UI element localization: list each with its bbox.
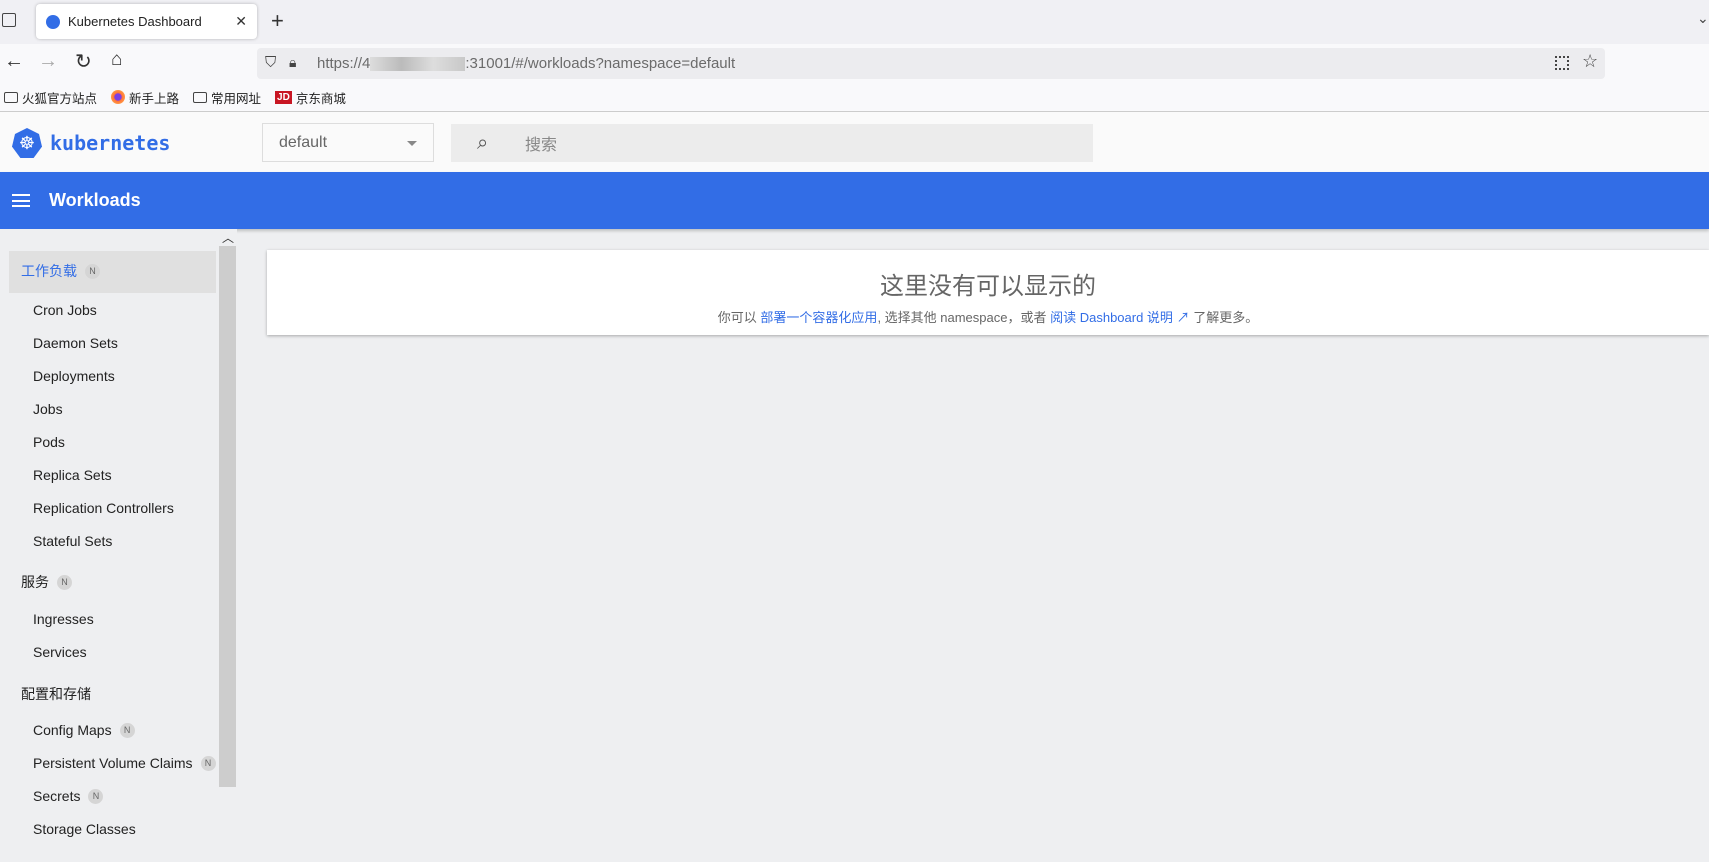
kubernetes-favicon (46, 14, 60, 29)
search-icon: ⌕ (477, 131, 489, 154)
url-text-suffix: :31001/#/workloads?namespace=default (465, 55, 736, 72)
jd-icon: JD (275, 90, 292, 104)
sidebar-item-workloads[interactable]: 工作负载 N (21, 261, 100, 281)
sidebar-item-persistent-volume-claims[interactable]: Persistent Volume Claims N (33, 755, 216, 771)
shield-icon[interactable]: ⛉ (265, 54, 276, 71)
browser-tab-bar: Kubernetes Dashboard ✕ + ⌄ (0, 0, 1709, 44)
reload-icon[interactable]: ↻ (75, 49, 92, 74)
namespaced-badge: N (200, 755, 216, 771)
menu-icon[interactable] (12, 194, 30, 207)
sidebar-item-pods[interactable]: Pods (33, 434, 65, 450)
tab-list-icon[interactable] (2, 13, 16, 27)
bookmarks-bar: 火狐官方站点 新手上路 常用网址 JD 京东商城 (0, 83, 1709, 112)
empty-state-card: 这里没有可以显示的 你可以 部署一个容器化应用, 选择其他 namespace，… (267, 250, 1709, 335)
url-bar[interactable]: ⛉ 🔒︎ https://4 :31001/#/workloads?namesp… (257, 48, 1605, 79)
sidebar-item-replica-sets[interactable]: Replica Sets (33, 467, 112, 483)
firefox-icon (111, 90, 126, 104)
search-placeholder: 搜索 (525, 137, 558, 154)
bookmark-label: 常用网址 (211, 91, 262, 106)
sidebar-item-config-maps[interactable]: Config Maps N (33, 722, 135, 738)
logo-text: kubernetes (50, 131, 171, 155)
bookmark-label: 新手上路 (129, 91, 180, 106)
sidebar-item-label: 配置和存储 (21, 686, 91, 702)
helm-wheel-icon: ☸ (12, 128, 42, 158)
sidebar-item-label: Config Maps (33, 722, 112, 738)
sidebar-scrollbar[interactable] (219, 246, 236, 787)
sidebar-item-secrets[interactable]: Secrets N (33, 788, 104, 804)
list-all-tabs-icon[interactable]: ⌄ (1697, 10, 1709, 27)
close-tab-icon[interactable]: ✕ (235, 13, 247, 30)
kubernetes-logo[interactable]: ☸ kubernetes (12, 128, 170, 158)
scroll-up-icon[interactable]: ︿ (222, 229, 234, 246)
dashboard-docs-link[interactable]: 阅读 Dashboard 说明 ↗ (1050, 310, 1189, 325)
sidebar-item-services-group[interactable]: 服务 N (21, 572, 72, 592)
sidebar-item-stateful-sets[interactable]: Stateful Sets (33, 533, 112, 549)
tab-title: Kubernetes Dashboard (68, 14, 202, 29)
sidebar-item-cron-jobs[interactable]: Cron Jobs (33, 302, 97, 318)
dropdown-arrow-icon (407, 141, 417, 146)
new-tab-icon[interactable]: + (271, 8, 284, 34)
home-icon[interactable]: ⌂ (111, 49, 122, 71)
sidebar-item-daemon-sets[interactable]: Daemon Sets (33, 335, 118, 351)
sidebar-item-label: Persistent Volume Claims (33, 755, 193, 771)
empty-state-message: 你可以 部署一个容器化应用, 选择其他 namespace，或者 阅读 Dash… (267, 307, 1709, 326)
namespaced-badge: N (85, 263, 100, 279)
bookmark-jd[interactable]: JD 京东商城 (275, 88, 346, 107)
bookmark-label: 火狐官方站点 (22, 91, 98, 106)
namespaced-badge: N (119, 722, 135, 738)
sidebar-item-replication-controllers[interactable]: Replication Controllers (33, 500, 174, 516)
folder-icon (4, 91, 18, 103)
sidebar-item-services[interactable]: Services (33, 644, 87, 660)
message-text: 你可以 (717, 310, 761, 325)
bookmark-star-icon[interactable]: ☆ (1582, 51, 1598, 72)
sidebar-item-jobs[interactable]: Jobs (33, 401, 63, 417)
sidebar-item-label: Secrets (33, 788, 81, 804)
folder-icon (193, 91, 208, 103)
deploy-app-link[interactable]: 部署一个容器化应用 (760, 310, 877, 325)
empty-state-title: 这里没有可以显示的 (880, 273, 1096, 300)
sidebar-item-label: 服务 (21, 574, 49, 590)
qr-code-icon[interactable] (1555, 56, 1569, 70)
namespaced-badge: N (57, 574, 72, 590)
lock-warning-icon[interactable]: 🔒︎ (289, 54, 296, 71)
message-text: 了解更多。 (1189, 310, 1259, 325)
search-input[interactable]: ⌕ 搜索 (451, 124, 1093, 162)
external-link-icon: ↗ (1176, 310, 1190, 325)
back-icon[interactable]: ← (4, 50, 24, 73)
page-title: Workloads (49, 190, 141, 210)
sidebar-item-storage-classes[interactable]: Storage Classes (33, 821, 136, 837)
sidebar-item-deployments[interactable]: Deployments (33, 368, 115, 384)
sidebar-item-config-storage[interactable]: 配置和存储 (21, 684, 91, 704)
toolbar: Workloads (0, 172, 1709, 229)
namespace-select[interactable]: default (262, 123, 434, 162)
bookmark-getting-started[interactable]: 新手上路 (111, 88, 179, 107)
redacted-host (370, 56, 466, 71)
message-text: , 选择其他 namespace，或者 (877, 310, 1051, 325)
docs-link-label: 阅读 Dashboard 说明 (1050, 310, 1173, 325)
namespace-value: default (279, 133, 328, 151)
bookmark-label: 京东商城 (295, 91, 346, 106)
url-text-prefix: https://4 (317, 55, 371, 72)
forward-icon[interactable]: → (38, 50, 58, 73)
sidebar-item-ingresses[interactable]: Ingresses (33, 611, 94, 627)
namespaced-badge: N (88, 788, 104, 804)
bookmark-common-sites[interactable]: 常用网址 (193, 88, 261, 107)
sidebar-item-label: 工作负载 (21, 263, 77, 279)
browser-tab[interactable]: Kubernetes Dashboard ✕ (36, 4, 257, 39)
bookmark-firefox-official[interactable]: 火狐官方站点 (4, 88, 97, 107)
